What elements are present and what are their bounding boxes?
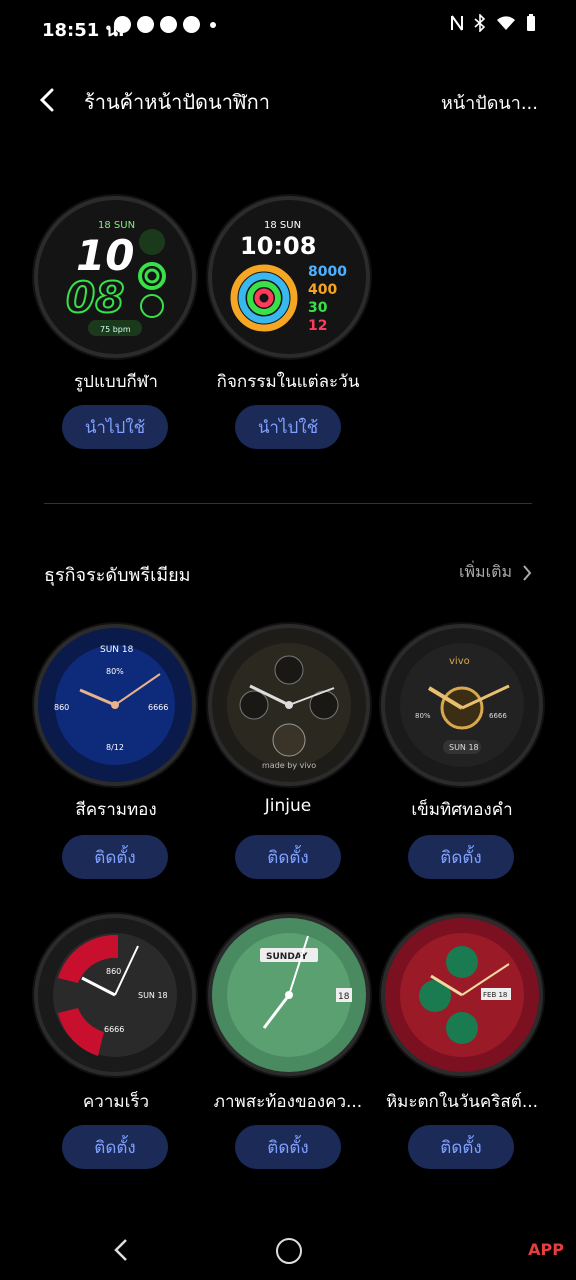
face-bottom: 8/12 — [106, 743, 124, 752]
face-pct: 80% — [106, 667, 124, 676]
notification-icon — [114, 16, 131, 33]
watch-face-indigo-gold[interactable]: SUN 18 80% 860 6666 8/12 — [38, 628, 192, 782]
page-title: ร้านค้าหน้าปัดนาฬิกา — [84, 90, 270, 114]
watch-face-name: เข็มทิศทองคำ — [411, 800, 513, 820]
watch-face-speed[interactable]: 860 SUN 18 6666 — [38, 918, 192, 1072]
watch-faces-tab[interactable]: หน้าปัดนา... — [441, 88, 538, 117]
face-stat: 12 — [308, 318, 327, 334]
face-stat: 30 — [308, 300, 328, 316]
face-top: 860 — [106, 967, 121, 976]
watch-face-sport[interactable]: 18 SUN 10 08 75 bpm — [38, 200, 192, 354]
face-brand: made by vivo — [262, 761, 316, 770]
watch-face-name: Jinjue — [264, 796, 312, 816]
navigation-bar: APP — [0, 1222, 576, 1280]
speed-face-graphic: 860 SUN 18 6666 — [53, 933, 177, 1057]
face-date: 18 — [338, 992, 350, 1002]
notification-icon — [137, 16, 154, 33]
indigo-face-graphic: SUN 18 80% 860 6666 8/12 — [54, 645, 175, 765]
chevron-right-icon — [523, 564, 532, 581]
face-date: FEB 18 — [483, 991, 507, 999]
face-bpm: 75 bpm — [100, 325, 131, 334]
face-date: 18 SUN — [264, 220, 301, 231]
face-date: 18 SUN — [98, 220, 135, 231]
watch-face-christmas-snow[interactable]: FEB 18 — [385, 918, 539, 1072]
apply-button[interactable]: นำไปใช้ — [62, 405, 168, 449]
nav-back-icon[interactable] — [112, 1238, 130, 1262]
reflection-face-graphic: SUNDAY 18 — [227, 933, 352, 1057]
jinjue-face-graphic: made by vivo — [227, 643, 351, 770]
app-bar: ร้านค้าหน้าปัดนาฬิกา หน้าปัดนา... — [0, 70, 576, 130]
install-button[interactable]: ติดตั้ง — [62, 835, 168, 879]
watch-face-reflection[interactable]: SUNDAY 18 — [212, 918, 366, 1072]
watch-face-jinjue[interactable]: made by vivo — [212, 628, 366, 782]
face-right: 6666 — [489, 712, 507, 720]
more-label: เพิ่มเติม — [459, 562, 512, 581]
install-button[interactable]: ติดตั้ง — [408, 835, 514, 879]
more-notifications-dot — [210, 22, 216, 28]
compass-face-graphic: vivo 80% 6666 SUN 18 — [400, 643, 524, 767]
face-stat: 400 — [308, 282, 337, 298]
watermark-logo: APP — [528, 1240, 564, 1259]
section-divider — [44, 503, 532, 504]
watch-face-name: กิจกรรมในแต่ละวัน — [216, 372, 360, 392]
christmas-face-graphic: FEB 18 — [400, 933, 524, 1057]
install-button[interactable]: ติดตั้ง — [408, 1125, 514, 1169]
watch-face-name: สีครามทอง — [75, 800, 157, 820]
face-bottom: 6666 — [104, 1025, 124, 1034]
face-brand: vivo — [449, 656, 470, 667]
notification-icon — [183, 16, 200, 33]
notification-icons — [114, 16, 216, 33]
install-button[interactable]: ติดตั้ง — [235, 835, 341, 879]
section-title: ธุรกิจระดับพรีเมียม — [44, 565, 191, 586]
install-button[interactable]: ติดตั้ง — [62, 1125, 168, 1169]
face-right: 6666 — [148, 703, 168, 712]
face-minute: 08 — [66, 273, 124, 322]
sport-face-graphic: 18 SUN 10 08 75 bpm — [65, 220, 166, 336]
face-date: SUN 18 — [100, 645, 134, 655]
face-left: 860 — [54, 703, 69, 712]
face-side: SUN 18 — [138, 991, 168, 1000]
watch-face-activity[interactable]: 18 SUN 10:08 8000 400 30 12 — [212, 200, 366, 354]
watch-face-name: ภาพสะท้องของคว... — [213, 1092, 363, 1112]
nfc-icon — [451, 15, 463, 31]
watch-face-golden-compass[interactable]: vivo 80% 6666 SUN 18 — [385, 628, 539, 782]
back-icon[interactable] — [34, 84, 62, 116]
battery-icon — [527, 14, 535, 31]
more-link[interactable]: เพิ่มเติม — [459, 560, 532, 585]
activity-face-graphic: 18 SUN 10:08 8000 400 30 12 — [230, 220, 347, 334]
apply-button[interactable]: นำไปใช้ — [235, 405, 341, 449]
watch-face-name: ความเร็ว — [82, 1092, 150, 1112]
watch-face-name: หิมะตกในวันคริสต์... — [385, 1092, 539, 1112]
wifi-icon — [497, 16, 515, 30]
face-date: SUN 18 — [449, 743, 479, 752]
system-icons — [450, 14, 536, 32]
face-stat: 8000 — [308, 264, 347, 280]
watch-face-name: รูปแบบกีฬา — [74, 372, 158, 392]
bluetooth-icon — [474, 14, 486, 32]
notification-icon — [160, 16, 177, 33]
face-time: 10:08 — [240, 232, 316, 260]
nav-home-icon[interactable] — [276, 1238, 302, 1264]
install-button[interactable]: ติดตั้ง — [235, 1125, 341, 1169]
status-time: 18:51 น. — [42, 20, 125, 41]
status-bar: 18:51 น. — [0, 0, 576, 52]
face-pct: 80% — [415, 712, 431, 720]
